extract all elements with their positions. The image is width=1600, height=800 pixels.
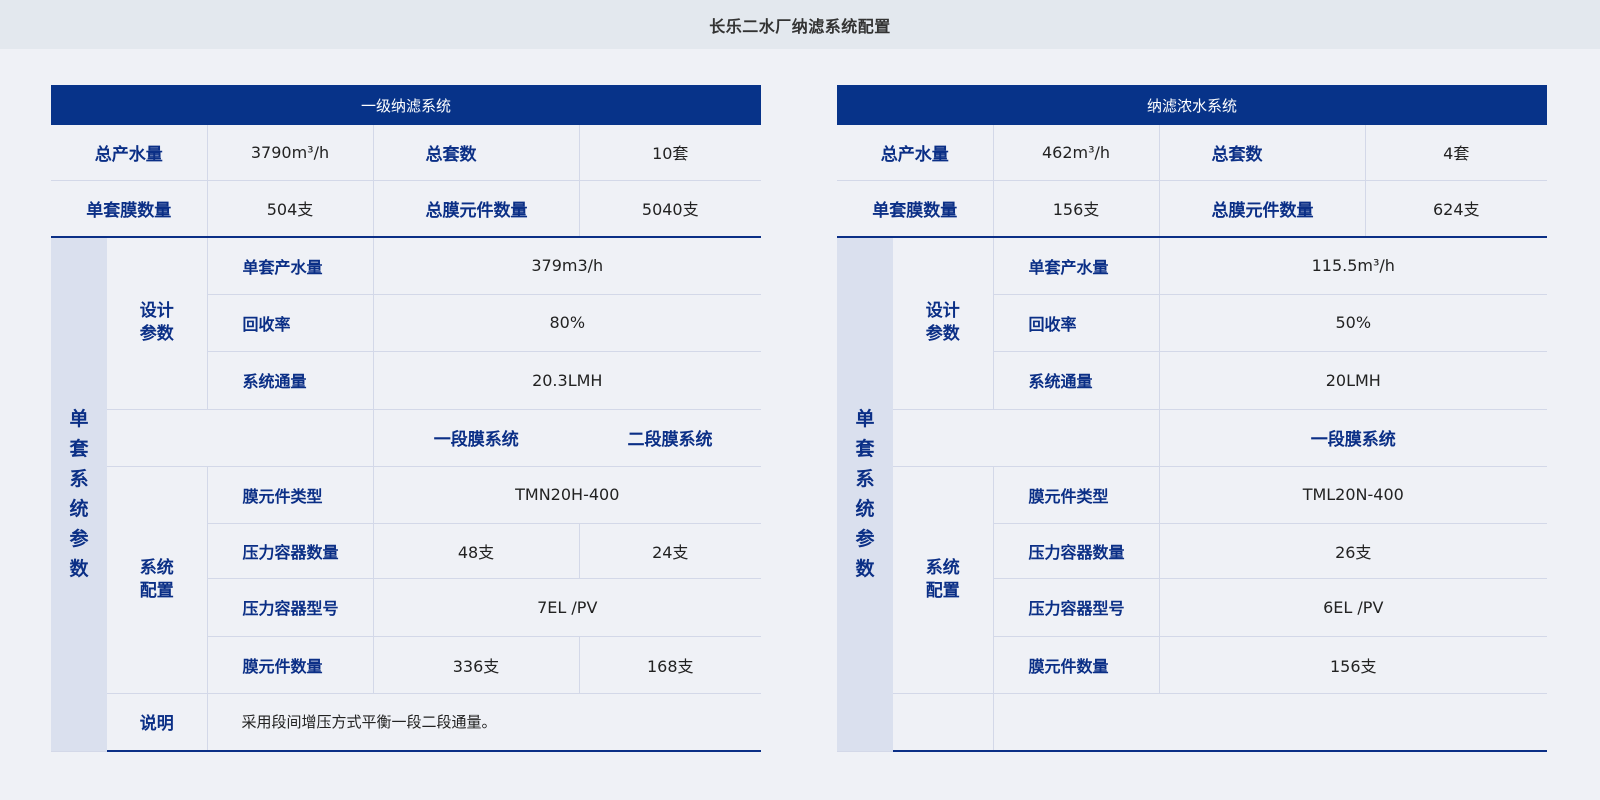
element-count-stage1: 336支 [373, 636, 580, 694]
design-label: 单套产水量 [207, 237, 374, 295]
total-elements-value: 624支 [1365, 180, 1548, 238]
design-value: 379m3/h [373, 237, 762, 295]
design-group-text: 设计 参数 [139, 301, 174, 345]
element-type-label: 膜元件类型 [993, 466, 1160, 524]
total-output-value: 462m³/h [993, 125, 1160, 181]
vessel-model-value: 6EL /PV [1159, 578, 1548, 637]
total-sets-label: 总套数 [373, 125, 580, 181]
side-label-text: 单套系统参数 [69, 408, 89, 581]
design-group-text: 设计 参数 [925, 301, 960, 345]
design-value: 115.5m³/h [1159, 237, 1548, 295]
design-group-label: 设计 参数 [893, 237, 994, 410]
stage-blank [107, 409, 374, 467]
element-count-stage2: 168支 [579, 636, 762, 694]
vessel-model-label: 压力容器型号 [207, 578, 374, 637]
primary-nf-panel: 一级纳滤系统 总产水量 3790m³/h 总套数 10套 单套膜数量 504支 … [51, 85, 762, 752]
per-set-membranes-label: 单套膜数量 [51, 180, 208, 238]
per-set-membranes-value: 156支 [993, 180, 1160, 238]
element-count-value: 156支 [1159, 636, 1548, 694]
design-label: 回收率 [207, 294, 374, 352]
stage-1-label: 一段膜系统 [1159, 409, 1548, 467]
total-output-value: 3790m³/h [207, 125, 374, 181]
vessel-count-stage1: 48支 [373, 523, 580, 579]
total-output-label: 总产水量 [837, 125, 994, 181]
config-group-label: 系统 配置 [893, 466, 994, 694]
concentrate-nf-table: 纳滤浓水系统 总产水量 462m³/h 总套数 4套 单套膜数量 156支 总膜… [837, 85, 1548, 752]
title-bar: 长乐二水厂纳滤系统配置 [0, 0, 1600, 49]
page-title: 长乐二水厂纳滤系统配置 [709, 16, 891, 36]
stage-2-label: 二段膜系统 [579, 409, 762, 467]
stage-1-label: 一段膜系统 [373, 409, 579, 467]
element-type-value: TML20N-400 [1159, 466, 1548, 524]
vessel-model-label: 压力容器型号 [993, 578, 1160, 637]
per-set-membranes-label: 单套膜数量 [837, 180, 994, 238]
side-label: 单套系统参数 [51, 237, 107, 752]
note-label: 说明 [107, 693, 208, 752]
vessel-count-value: 26支 [1159, 523, 1548, 579]
vessel-count-label: 压力容器数量 [993, 523, 1160, 579]
note-value: 采用段间增压方式平衡一段二段通量。 [207, 693, 762, 752]
per-set-membranes-value: 504支 [207, 180, 374, 238]
element-type-value: TMN20H-400 [373, 466, 762, 524]
total-output-label: 总产水量 [51, 125, 208, 181]
stage-blank [893, 409, 1160, 467]
side-label: 单套系统参数 [837, 237, 893, 752]
element-type-label: 膜元件类型 [207, 466, 374, 524]
concentrate-nf-panel: 纳滤浓水系统 总产水量 462m³/h 总套数 4套 单套膜数量 156支 总膜… [837, 85, 1548, 752]
design-label: 回收率 [993, 294, 1160, 352]
design-label: 系统通量 [207, 351, 374, 410]
table-header: 纳滤浓水系统 [837, 85, 1548, 125]
element-count-label: 膜元件数量 [207, 636, 374, 694]
table-header: 一级纳滤系统 [51, 85, 762, 125]
config-group-label: 系统 配置 [107, 466, 208, 694]
vessel-count-label: 压力容器数量 [207, 523, 374, 579]
note-blank-value [993, 693, 1548, 752]
side-label-text: 单套系统参数 [855, 408, 875, 581]
config-group-text: 系统 配置 [925, 557, 960, 601]
total-elements-label: 总膜元件数量 [1159, 180, 1366, 238]
config-group-text: 系统 配置 [139, 557, 174, 601]
design-group-label: 设计 参数 [107, 237, 208, 410]
note-blank-label [893, 693, 994, 752]
design-value: 20LMH [1159, 351, 1548, 410]
primary-nf-table: 一级纳滤系统 总产水量 3790m³/h 总套数 10套 单套膜数量 504支 … [51, 85, 762, 752]
total-sets-value: 4套 [1365, 125, 1548, 181]
design-value: 80% [373, 294, 762, 352]
total-elements-label: 总膜元件数量 [373, 180, 580, 238]
vessel-model-value: 7EL /PV [373, 578, 762, 637]
total-elements-value: 5040支 [579, 180, 762, 238]
design-value: 50% [1159, 294, 1548, 352]
total-sets-label: 总套数 [1159, 125, 1366, 181]
total-sets-value: 10套 [579, 125, 762, 181]
design-value: 20.3LMH [373, 351, 762, 410]
design-label: 系统通量 [993, 351, 1160, 410]
element-count-label: 膜元件数量 [993, 636, 1160, 694]
design-label: 单套产水量 [993, 237, 1160, 295]
vessel-count-stage2: 24支 [579, 523, 762, 579]
